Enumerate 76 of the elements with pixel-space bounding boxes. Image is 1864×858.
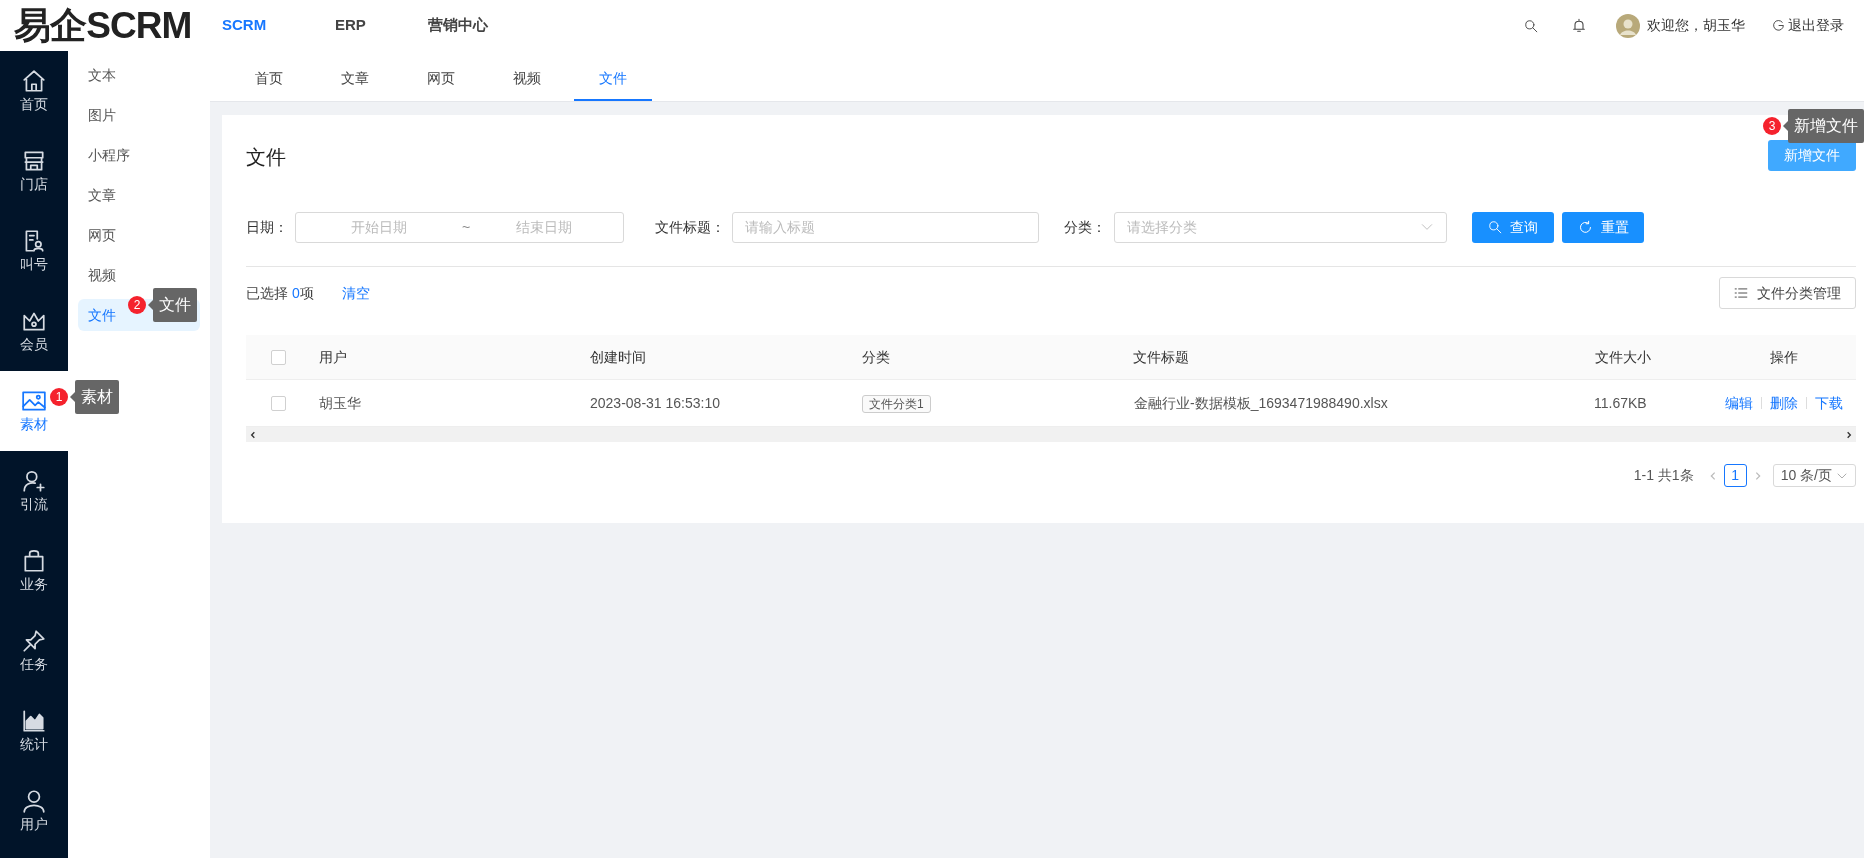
clear-link[interactable]: 清空 bbox=[341, 282, 370, 304]
rail-item[interactable]: 引流 bbox=[0, 451, 68, 531]
rail-item[interactable]: 会员 bbox=[0, 291, 68, 371]
column-header: 操作 bbox=[1768, 347, 1799, 367]
page-tab[interactable]: 文件 bbox=[574, 57, 652, 101]
area-chart-icon bbox=[21, 708, 47, 735]
end-date-placeholder: 结束日期 bbox=[514, 217, 573, 237]
user-icon bbox=[21, 788, 47, 815]
category-tag: 文件分类1 bbox=[862, 394, 931, 413]
submenu-item[interactable]: 视频 bbox=[78, 259, 200, 291]
top-nav-link[interactable]: ERP bbox=[335, 14, 428, 37]
table-cell-text: 金融行业-数据模板_1693471988490.xlsx bbox=[1133, 393, 1389, 413]
category-manage-button[interactable]: 文件分类管理 bbox=[1719, 277, 1856, 309]
top-nav-link[interactable]: 营销中心 bbox=[428, 14, 538, 37]
page-tab[interactable]: 首页 bbox=[230, 57, 308, 101]
action-link[interactable]: 删除 bbox=[1769, 392, 1798, 414]
submenu-item[interactable]: 文本 bbox=[78, 59, 200, 91]
page-number-button[interactable]: 1 bbox=[1723, 464, 1747, 487]
action-link[interactable]: 下载 bbox=[1814, 392, 1843, 414]
selection-count-text: 已选择 0项 bbox=[246, 283, 314, 303]
range-separator: ~ bbox=[461, 217, 471, 237]
tooltip: 新增文件 bbox=[1788, 109, 1864, 143]
table-cell-text: 2023-08-31 16:53:10 bbox=[589, 393, 721, 413]
column-header: 创建时间 bbox=[589, 347, 647, 367]
field-label: 日期： bbox=[246, 217, 289, 237]
rail-item[interactable]: 叫号 bbox=[0, 211, 68, 291]
column-header: 文件标题 bbox=[1132, 347, 1190, 367]
rail-item[interactable]: 门店 bbox=[0, 131, 68, 211]
checkbox[interactable] bbox=[271, 349, 286, 365]
action-link[interactable]: 编辑 bbox=[1724, 392, 1753, 414]
bell-icon[interactable] bbox=[1571, 17, 1587, 34]
table-cell-text: 11.67KB bbox=[1593, 393, 1648, 413]
rail-item[interactable]: 首页 bbox=[0, 51, 68, 131]
checkbox[interactable] bbox=[271, 395, 286, 411]
rail-item[interactable]: 统计 bbox=[0, 691, 68, 771]
column-header: 文件大小 bbox=[1594, 347, 1652, 367]
tooltip: 文件 bbox=[153, 288, 197, 322]
scroll-left-icon[interactable] bbox=[249, 430, 257, 439]
scroll-right-icon[interactable] bbox=[1845, 430, 1853, 439]
page-size-select[interactable]: 10 条/页 bbox=[1772, 464, 1856, 487]
rail-item[interactable]: 任务 bbox=[0, 611, 68, 691]
page-tab[interactable]: 视频 bbox=[488, 57, 566, 101]
top-nav-link[interactable]: SCRM bbox=[222, 14, 335, 37]
horizontal-scrollbar[interactable] bbox=[246, 427, 1856, 442]
page-tab[interactable]: 网页 bbox=[402, 57, 480, 101]
logout-link[interactable]: 退出登录 bbox=[1772, 15, 1844, 36]
submenu-item[interactable]: 小程序 bbox=[78, 139, 200, 171]
submenu-item[interactable]: 图片 bbox=[78, 99, 200, 131]
pin-icon bbox=[21, 628, 47, 655]
field-label: 文件标题： bbox=[655, 217, 726, 237]
title-input-field[interactable]: 请输入标题 bbox=[732, 211, 1039, 243]
app-logo: 易企SCRM bbox=[13, 7, 193, 44]
tooltip: 素材 bbox=[75, 380, 119, 414]
avatar-icon[interactable] bbox=[1616, 13, 1640, 38]
person-plus-icon bbox=[21, 468, 47, 495]
field-label: 分类： bbox=[1064, 217, 1107, 237]
list-icon bbox=[1734, 286, 1748, 300]
search-icon[interactable] bbox=[1524, 18, 1538, 33]
search-icon bbox=[1488, 220, 1502, 234]
date-range-field[interactable]: 开始日期 ~ 结束日期 bbox=[295, 211, 624, 243]
refresh-icon bbox=[1577, 219, 1593, 235]
submenu-item[interactable]: 网页 bbox=[78, 219, 200, 251]
welcome-text: 欢迎您，胡玉华 bbox=[1647, 16, 1745, 35]
pagination-summary: 1-1 共1条 bbox=[1633, 466, 1694, 485]
table-cell-text: 胡玉华 bbox=[318, 393, 362, 413]
rail-item[interactable]: 用户 bbox=[0, 771, 68, 851]
column-header: 分类 bbox=[861, 347, 891, 367]
home-icon bbox=[21, 68, 47, 95]
shopping-bag-icon bbox=[21, 548, 47, 575]
rail-item[interactable]: 业务 bbox=[0, 531, 68, 611]
page-tab[interactable]: 文章 bbox=[316, 57, 394, 101]
start-date-placeholder: 开始日期 bbox=[349, 217, 408, 237]
column-header: 用户 bbox=[318, 347, 348, 367]
page-title: 文件 bbox=[246, 145, 286, 170]
submenu-item[interactable]: 文章 bbox=[78, 179, 200, 211]
logout-icon bbox=[1772, 19, 1785, 32]
